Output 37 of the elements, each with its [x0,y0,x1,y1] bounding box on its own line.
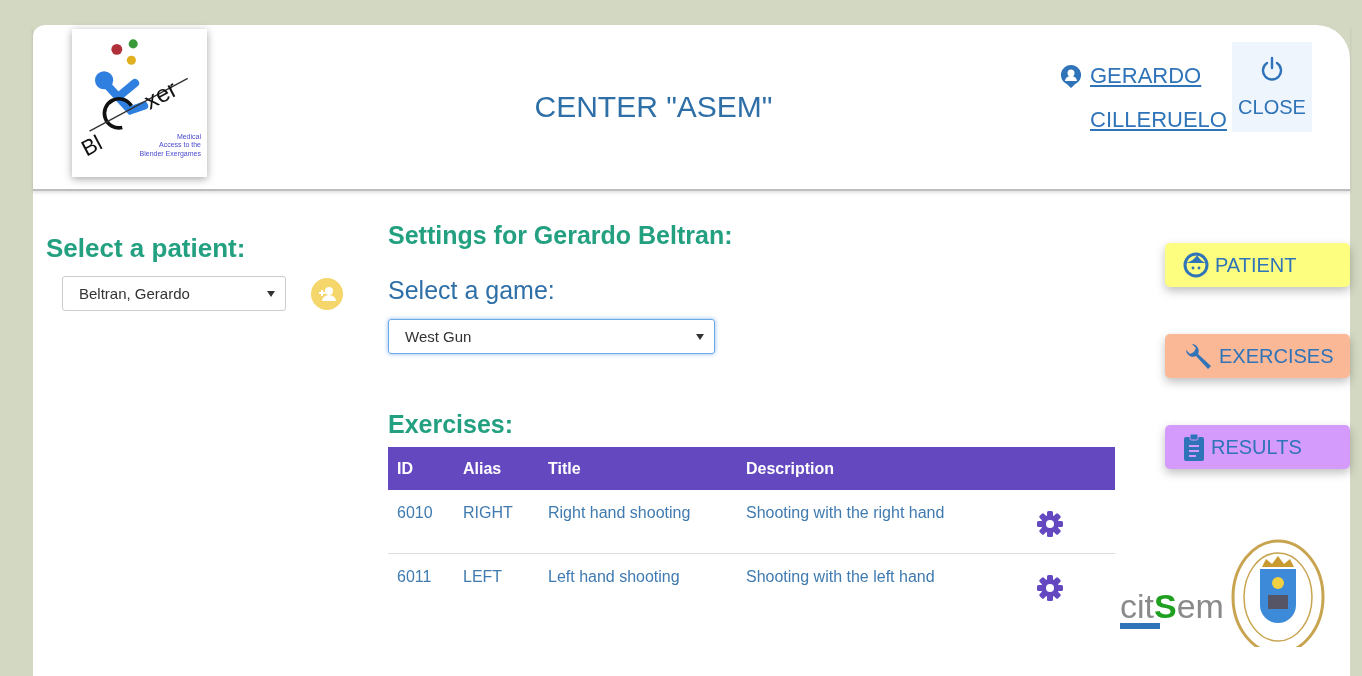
university-seal-icon [1229,537,1326,647]
nav-button[interactable]: RESULTS [1165,425,1350,469]
power-icon [1260,55,1284,82]
nav-button[interactable]: EXERCISES [1165,334,1350,378]
logo-wordmark: xer [139,74,182,116]
table-cell: Left hand shooting [539,553,737,616]
table-cell: 6010 [388,490,454,553]
user-icon [1060,64,1082,88]
wrench-icon [1183,341,1213,371]
column-header: Description [737,447,1027,490]
table-cell: LEFT [454,553,539,616]
table-cell: RIGHT [454,490,539,553]
logo-wordmark: Bl [77,129,107,163]
settings-icon[interactable] [1036,573,1064,602]
settings-icon[interactable] [1036,510,1064,538]
citsem-logo: citSem [1120,589,1224,629]
patient-heading: Select a patient: [46,233,247,264]
patient-select[interactable]: Beltran, Gerardo [62,276,286,311]
face-icon [1183,252,1209,278]
clipboard-icon [1183,433,1205,461]
exercises-heading: Exercises: [388,410,515,439]
user-link[interactable]: GERARDO CILLERUELO [1060,54,1227,142]
game-label: Select a game: [388,276,556,305]
center-title: CENTER "ASEM" [533,90,774,124]
table-cell: 6011 [388,553,454,616]
column-header: Alias [454,447,539,490]
table-cell: Shooting with the right hand [737,490,1027,553]
column-header: Title [539,447,737,490]
table-cell: Shooting with the left hand [737,553,1027,616]
column-header: ID [388,447,454,490]
settings-heading: Settings for Gerardo Beltran: [388,221,734,250]
table-cell: Right hand shooting [539,490,737,553]
close-button[interactable]: CLOSE [1232,42,1312,132]
game-select[interactable]: West Gun [388,319,715,354]
caret-icon [267,290,275,297]
caret-icon [696,333,704,340]
nav-button[interactable]: PATIENT [1165,243,1350,287]
